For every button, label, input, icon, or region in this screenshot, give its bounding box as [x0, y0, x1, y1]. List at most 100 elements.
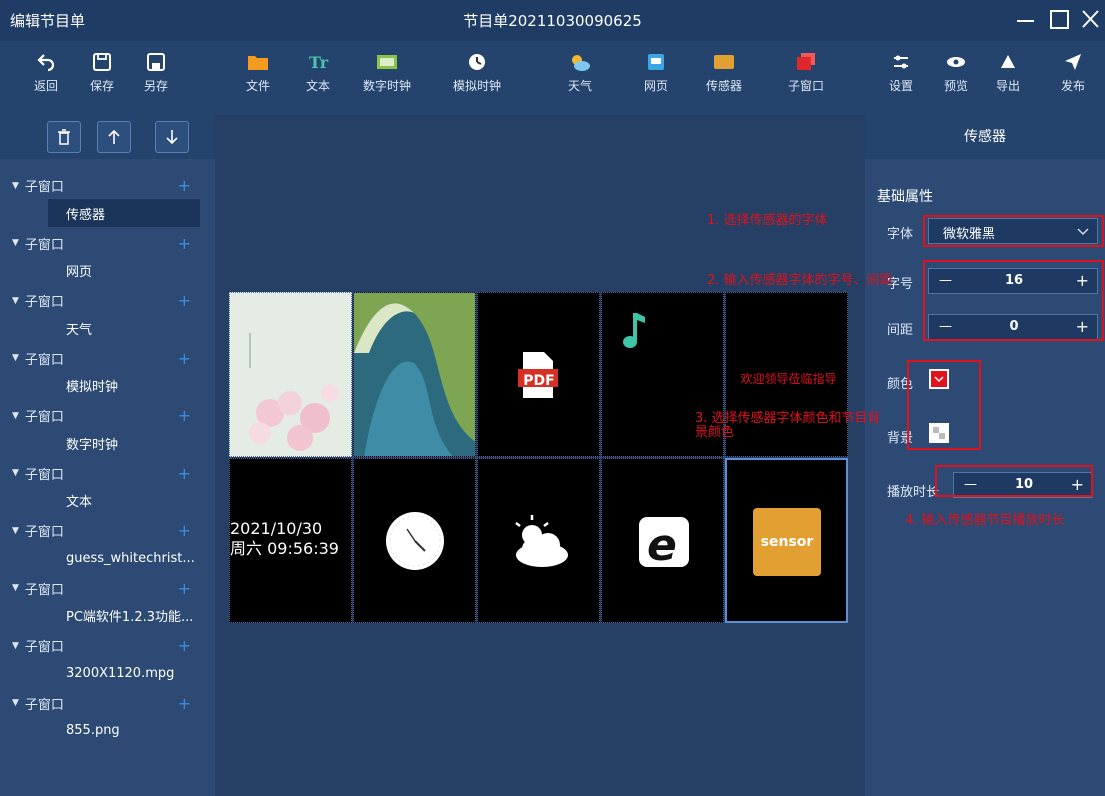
- save-as-icon: [147, 53, 165, 71]
- subwindow-node[interactable]: ▼ 子窗口 +: [0, 632, 215, 659]
- tree-item[interactable]: PC端软件1.2.3功能...: [0, 602, 215, 630]
- subwindow-node[interactable]: ▼ 子窗口 +: [0, 517, 215, 544]
- subwindow-node[interactable]: ▼ 子窗口 +: [0, 460, 215, 487]
- expand-arrow-icon[interactable]: ▼: [12, 411, 19, 421]
- expand-arrow-icon[interactable]: ▼: [12, 296, 19, 306]
- svg-text:e: e: [647, 520, 677, 569]
- minimize-icon: [1017, 20, 1034, 22]
- tree-item[interactable]: 模拟时钟: [0, 372, 215, 400]
- tree-item[interactable]: 传感器: [48, 199, 200, 227]
- text-label: 文本: [305, 79, 330, 93]
- add-item-icon[interactable]: +: [178, 636, 191, 655]
- subwindow-node[interactable]: ▼ 子窗口 +: [0, 345, 215, 372]
- add-item-icon[interactable]: +: [178, 464, 191, 483]
- export-button[interactable]: 导出: [978, 51, 1038, 94]
- weather-label: 天气: [567, 79, 592, 93]
- add-item-icon[interactable]: +: [178, 349, 191, 368]
- digital-clock-date: 2021/10/30: [230, 519, 323, 538]
- add-item-icon[interactable]: +: [178, 176, 191, 195]
- expand-arrow-icon[interactable]: ▼: [12, 468, 19, 478]
- subwindow-node[interactable]: ▼ 子窗口 +: [0, 172, 215, 199]
- add-item-icon[interactable]: +: [178, 406, 191, 425]
- subwindow-icon: [797, 53, 815, 70]
- subwindow-node[interactable]: ▼ 子窗口 +: [0, 287, 215, 314]
- tree-item[interactable]: 3200X1120.mpg: [0, 659, 215, 687]
- tree-item[interactable]: 天气: [0, 314, 215, 342]
- settings-button[interactable]: 设置: [871, 51, 931, 94]
- digital-clock-button[interactable]: 数字时钟: [357, 51, 417, 94]
- settings-label: 设置: [888, 79, 913, 93]
- subwindow-node-label: 子窗口: [24, 237, 64, 253]
- analog-clock-button[interactable]: 模拟时钟: [447, 51, 507, 94]
- weather-cell[interactable]: [477, 458, 600, 623]
- move-down-button[interactable]: [155, 121, 189, 153]
- add-item-icon[interactable]: +: [178, 521, 191, 540]
- highlight-font: [923, 215, 1104, 247]
- tree-item[interactable]: guess_whitechrist...: [0, 544, 215, 572]
- digital-clock-icon: [377, 55, 397, 69]
- tree-item[interactable]: 855.png: [0, 717, 215, 745]
- tree-group: ▼ 子窗口 +855.png: [0, 690, 215, 745]
- expand-arrow-icon[interactable]: ▼: [12, 353, 19, 363]
- font-label: 字体: [887, 227, 914, 242]
- minimize-button[interactable]: [1012, 4, 1042, 34]
- webpage-button[interactable]: 网页: [626, 51, 686, 94]
- program-title: 节目单20211030090625: [463, 12, 642, 30]
- spacing-label: 间距: [887, 323, 914, 338]
- subwindow-node[interactable]: ▼ 子窗口 +: [0, 402, 215, 429]
- add-item-icon[interactable]: +: [178, 234, 191, 253]
- preview-button[interactable]: 预览: [926, 51, 986, 94]
- expand-arrow-icon[interactable]: ▼: [12, 698, 19, 708]
- settings-icon: [894, 55, 908, 69]
- move-up-button[interactable]: [97, 121, 131, 153]
- image-flowers[interactable]: [229, 292, 352, 457]
- text-button[interactable]: Tr 文本: [288, 51, 348, 94]
- tree-group: ▼ 子窗口 + 文本: [0, 460, 215, 515]
- expand-arrow-icon[interactable]: ▼: [12, 583, 19, 593]
- expand-arrow-icon[interactable]: ▼: [12, 181, 19, 191]
- tree-item[interactable]: 文本: [0, 487, 215, 515]
- save-label: 保存: [89, 79, 114, 93]
- subwindow-button[interactable]: 子窗口: [776, 51, 836, 94]
- arrow-down-icon: [166, 130, 178, 145]
- save-as-button[interactable]: 另存: [126, 51, 186, 94]
- sensor-button[interactable]: 传感器: [694, 51, 754, 94]
- annotation-2: 2. 输入传感器字体的字号、间距: [707, 273, 893, 288]
- delete-button[interactable]: [47, 121, 81, 153]
- weather-button[interactable]: 天气: [550, 51, 610, 94]
- landscape-image: [354, 293, 475, 456]
- maximize-button[interactable]: [1046, 4, 1076, 34]
- pdf-cell[interactable]: PDF: [477, 292, 600, 457]
- file-button[interactable]: 文件: [228, 51, 288, 94]
- digital-clock-cell[interactable]: 2021/10/30 周六 09:56:39: [229, 458, 352, 623]
- music-note-icon: [623, 313, 645, 348]
- tree-item[interactable]: 网页: [0, 257, 215, 285]
- back-button[interactable]: 返回: [16, 51, 76, 94]
- analog-clock-cell[interactable]: [353, 458, 476, 623]
- subwindow-node-label: 子窗口: [24, 467, 64, 483]
- arrow-up-icon: [108, 129, 120, 144]
- publish-button[interactable]: 发布: [1043, 51, 1103, 94]
- add-item-icon[interactable]: +: [178, 579, 191, 598]
- image-landscape[interactable]: [353, 292, 476, 457]
- subwindow-node[interactable]: ▼ 子窗口 +: [0, 230, 215, 257]
- webpage-cell[interactable]: e: [601, 458, 724, 623]
- subwindow-node[interactable]: ▼ 子窗口 +: [0, 575, 215, 602]
- highlight-size-spacing: [923, 260, 1104, 341]
- add-item-icon[interactable]: +: [178, 694, 191, 713]
- save-as-label: 另存: [143, 79, 168, 93]
- close-button[interactable]: [1078, 4, 1105, 34]
- webpage-label: 网页: [643, 79, 668, 93]
- add-item-icon[interactable]: +: [178, 291, 191, 310]
- expand-arrow-icon[interactable]: ▼: [12, 641, 19, 651]
- expand-arrow-icon[interactable]: ▼: [12, 526, 19, 536]
- annotation-4: 4. 输入传感器节目播放时长: [905, 513, 1065, 528]
- save-button[interactable]: 保存: [72, 51, 132, 94]
- sensor-cell[interactable]: sensor: [725, 458, 848, 623]
- layer-sidebar: ▼ 子窗口 + 传感器 ▼ 子窗口 + 网页 ▼ 子窗口 + 天气 ▼ 子窗口 + 模拟时钟 ▼ 子窗口 + 数字时钟…: [0, 115, 215, 796]
- subwindow-node[interactable]: ▼ 子窗口 +: [0, 690, 215, 717]
- export-label: 导出: [995, 79, 1020, 93]
- tree-item[interactable]: 数字时钟: [0, 429, 215, 457]
- expand-arrow-icon[interactable]: ▼: [12, 238, 19, 248]
- sensor-tile: sensor: [753, 508, 821, 576]
